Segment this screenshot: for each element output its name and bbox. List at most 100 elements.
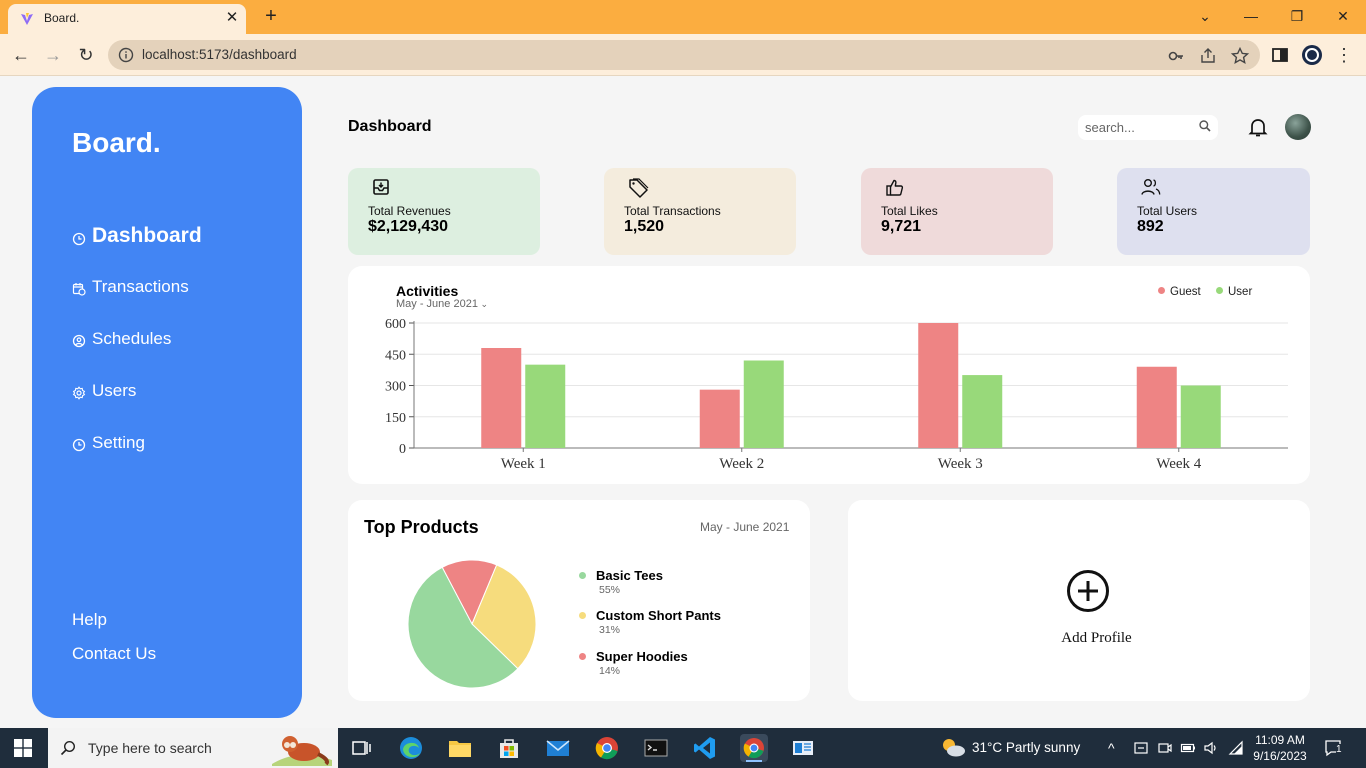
bar-guest — [699, 389, 740, 448]
clock-icon — [72, 438, 86, 452]
browser-toolbar: ← → ↻ localhost:5173/dashboard ⋮ — [0, 34, 1366, 76]
tab-close-icon[interactable]: ✕ — [222, 8, 242, 28]
edge-icon[interactable] — [397, 734, 425, 762]
windows-start-icon[interactable] — [14, 739, 32, 757]
clock-time: 11:09 AM — [1255, 733, 1305, 747]
add-profile-panel[interactable]: Add Profile — [848, 500, 1310, 701]
y-tick-label: 150 — [385, 411, 406, 426]
user-circle-icon — [72, 334, 86, 348]
taskbar-clock[interactable]: 11:09 AM 9/16/2023 — [1250, 732, 1310, 764]
terminal-icon[interactable] — [642, 734, 670, 762]
y-tick-label: 300 — [385, 380, 406, 395]
weather-text[interactable]: 31°C Partly sunny — [972, 740, 1080, 755]
browser-tab-bar: Board. ✕ + ⌄ — ❐ ✕ — [0, 0, 1366, 34]
x-tick-label: Week 2 — [719, 456, 764, 472]
notification-count: 1 — [1336, 744, 1342, 755]
users-icon — [1141, 179, 1161, 195]
volume-icon[interactable] — [1203, 740, 1219, 756]
bar-user — [1180, 385, 1221, 448]
tray-chevron-up-icon[interactable]: ^ — [1108, 740, 1124, 756]
y-tick-label: 600 — [385, 317, 406, 332]
tray-camera-icon[interactable] — [1157, 740, 1173, 756]
search-input[interactable] — [1083, 119, 1193, 136]
tab-title: Board. — [44, 11, 80, 25]
browser-menu-icon[interactable]: ⋮ — [1331, 42, 1357, 68]
brand-logo: Board. — [72, 127, 161, 158]
stat-value: 1,520 — [624, 218, 665, 235]
pie-legend-dot — [579, 612, 586, 619]
pie-legend-dot — [579, 572, 586, 579]
sidebar-item-label: Transactions — [92, 277, 189, 296]
stat-card-likes: Total Likes 9,721 — [861, 168, 1053, 255]
vite-favicon-icon — [21, 13, 33, 25]
stat-value: $2,129,430 — [368, 218, 449, 235]
chrome-active-icon[interactable] — [740, 734, 768, 762]
restore-icon[interactable]: ❐ — [1285, 5, 1309, 27]
plus-circle-icon[interactable] — [1066, 569, 1110, 613]
user-avatar[interactable] — [1285, 114, 1311, 140]
bar-user — [525, 364, 566, 448]
bar-user — [962, 375, 1003, 448]
tab-search-chevron-icon[interactable]: ⌄ — [1193, 5, 1217, 27]
thumbs-up-icon — [886, 179, 904, 196]
news-widget-icon[interactable] — [789, 734, 817, 762]
task-view-icon[interactable] — [347, 734, 375, 762]
tag-icon — [629, 178, 649, 198]
address-bar[interactable]: localhost:5173/dashboard — [108, 40, 1260, 70]
help-link[interactable]: Help — [72, 610, 107, 630]
close-window-icon[interactable]: ✕ — [1331, 5, 1355, 27]
back-arrow-icon[interactable]: ← — [8, 42, 34, 68]
activities-panel: Activities May - June 2021 ⌄ Guest User … — [348, 266, 1310, 484]
vscode-icon[interactable] — [691, 734, 719, 762]
sidebar-item-label: Users — [92, 381, 137, 400]
reload-icon[interactable]: ↻ — [73, 42, 99, 68]
mail-icon[interactable] — [544, 734, 572, 762]
chrome-icon[interactable] — [593, 734, 621, 762]
pie-legend-label: Basic Tees — [596, 568, 663, 583]
search-icon[interactable] — [1198, 119, 1212, 133]
y-tick-label: 450 — [385, 348, 406, 363]
new-tab-icon[interactable]: + — [260, 6, 282, 28]
clock-icon — [72, 232, 86, 246]
bar-guest — [1136, 366, 1177, 448]
pie-legend-percent: 31% — [599, 624, 621, 636]
sidebar-item-label: Setting — [92, 433, 145, 452]
search-icon — [60, 740, 76, 756]
stat-card-users: Total Users 892 — [1117, 168, 1310, 255]
partly-sunny-icon[interactable] — [940, 736, 966, 758]
key-icon[interactable] — [1166, 46, 1186, 66]
x-tick-label: Week 4 — [1156, 456, 1202, 472]
y-tick-label: 0 — [399, 442, 406, 457]
stat-value: 9,721 — [881, 218, 922, 235]
top-products-panel: Top Products May - June 2021 Basic Tees … — [348, 500, 810, 701]
wifi-icon[interactable] — [1228, 740, 1244, 756]
tray-device-icon[interactable] — [1133, 740, 1149, 756]
bell-icon[interactable] — [1247, 116, 1269, 138]
calendar-clock-icon — [72, 283, 86, 296]
stat-label: Total Revenues — [368, 204, 451, 218]
stat-label: Total Users — [1137, 204, 1198, 218]
side-panel-icon[interactable] — [1269, 44, 1291, 66]
contact-us-link[interactable]: Contact Us — [72, 644, 156, 664]
battery-icon[interactable] — [1180, 740, 1196, 756]
file-explorer-icon[interactable] — [446, 734, 474, 762]
microsoft-store-icon[interactable] — [495, 734, 523, 762]
sidebar-item-label: Dashboard — [92, 224, 202, 247]
taskbar-search[interactable]: Type here to search — [48, 728, 338, 768]
notification-center-button[interactable]: 1 — [1324, 739, 1344, 757]
site-info-icon[interactable] — [118, 47, 134, 63]
sidebar: Board. Dashboard Transactions Schedules … — [32, 87, 302, 718]
minimize-icon[interactable]: — — [1239, 5, 1263, 27]
sidebar-item-label: Schedules — [92, 329, 172, 348]
clock-date: 9/16/2023 — [1253, 749, 1307, 763]
windows-taskbar: Type here to search 31°C Partly sunny ^ … — [0, 728, 1366, 768]
bookmark-star-icon[interactable] — [1230, 46, 1250, 66]
stat-value: 892 — [1137, 218, 1164, 235]
forward-arrow-icon[interactable]: → — [40, 42, 66, 68]
url-text: localhost:5173/dashboard — [142, 47, 297, 62]
share-icon[interactable] — [1198, 46, 1218, 66]
bar-user — [743, 360, 784, 448]
profile-avatar-icon[interactable] — [1301, 44, 1323, 66]
page-title: Dashboard — [348, 118, 432, 135]
browser-tab[interactable]: Board. ✕ — [8, 4, 246, 34]
